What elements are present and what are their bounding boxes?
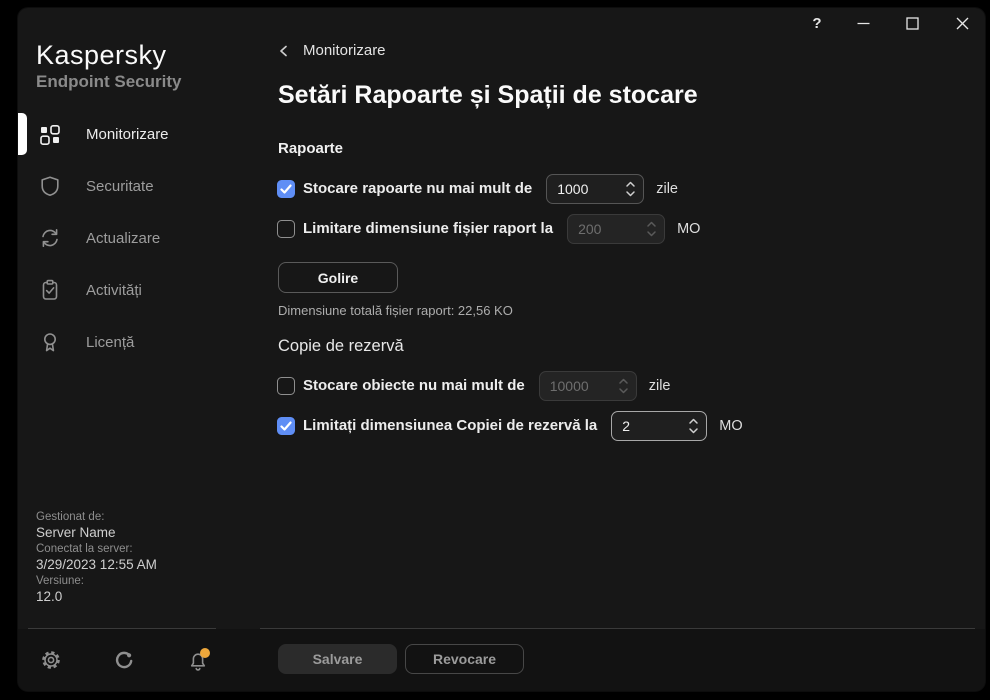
version-label: Versiune:: [36, 575, 84, 587]
footer-divider-sidebar: [28, 628, 216, 629]
spinner-arrows-icon[interactable]: [688, 416, 706, 436]
brand-product: Endpoint Security: [36, 72, 182, 91]
footer-divider-main: [260, 628, 975, 629]
spinner-arrows-icon[interactable]: [646, 219, 664, 239]
page-title: Setări Rapoarte și Spații de stocare: [278, 81, 698, 109]
spinner-store-reports-days[interactable]: [546, 173, 645, 204]
connected-label: Conectat la server:: [36, 543, 133, 555]
maximize-button[interactable]: [899, 10, 925, 36]
setting-label: Limitare dimensiune fișier raport la: [303, 220, 554, 237]
setting-label: Limitați dimensiunea Copiei de rezervă l…: [303, 417, 598, 434]
connected-value: 3/29/2023 12:55 AM: [36, 557, 157, 572]
spinner-arrows-icon[interactable]: [618, 376, 636, 396]
sidebar-item-securitate[interactable]: Securitate: [18, 160, 260, 212]
unit-label: zile: [656, 180, 678, 197]
unit-label: MO: [677, 220, 701, 237]
unit-label: MO: [719, 417, 743, 434]
support-icon: [115, 651, 133, 669]
notification-badge: [200, 648, 210, 658]
minimize-button[interactable]: [850, 10, 876, 36]
checkbox-store-reports[interactable]: [277, 179, 295, 198]
checkbox-store-objects[interactable]: [277, 376, 295, 395]
spinner-input[interactable]: [568, 220, 647, 237]
server-info: Gestionat de: Server Name Conectat la se…: [36, 510, 157, 606]
spinner-input[interactable]: [539, 377, 618, 394]
settings-gear-button[interactable]: [40, 649, 62, 671]
sidebar-item-activitati[interactable]: Activități: [18, 264, 260, 316]
setting-row-store-objects: Stocare obiecte nu mai mult de zile: [277, 370, 670, 401]
sidebar-item-label: Licență: [86, 333, 135, 351]
cancel-button[interactable]: Revocare: [405, 644, 524, 674]
sidebar-item-label: Monitorizare: [86, 125, 169, 143]
minimize-icon: [857, 22, 869, 24]
setting-row-store-reports: Stocare rapoarte nu mai mult de zile: [277, 173, 678, 204]
sidebar-item-monitorizare[interactable]: Monitorizare: [18, 108, 260, 160]
spinner-input[interactable]: [612, 417, 689, 434]
report-size-note: Dimensiune totală fișier raport: 22,56 K…: [278, 303, 513, 318]
breadcrumb-label: Monitorizare: [303, 42, 386, 59]
brand-name: Kaspersky: [36, 40, 167, 70]
sidebar-item-label: Activități: [86, 281, 142, 299]
close-icon: [956, 17, 968, 29]
clipboard-check-icon: [39, 279, 61, 301]
setting-row-limit-backup-size: Limitați dimensiunea Copiei de rezervă l…: [277, 410, 743, 441]
sidebar-item-actualizare[interactable]: Actualizare: [18, 212, 260, 264]
app-window: ? Kaspersky Endpoint Security Monitoriza…: [18, 8, 985, 691]
chevron-left-icon: [277, 44, 291, 58]
refresh-icon: [39, 227, 61, 249]
gear-icon: [42, 651, 60, 669]
spinner-input[interactable]: [547, 180, 626, 197]
spinner-backup-size-mb[interactable]: [611, 410, 708, 441]
help-button[interactable]: ?: [804, 10, 830, 36]
sidebar-item-licenta[interactable]: Licență: [18, 316, 260, 368]
version-value: 12.0: [36, 589, 63, 604]
license-ribbon-icon: [39, 331, 61, 353]
clear-reports-button[interactable]: Golire: [278, 262, 398, 293]
checkbox-limit-backup-size[interactable]: [277, 416, 295, 435]
sidebar-item-label: Securitate: [86, 177, 154, 195]
setting-label: Stocare rapoarte nu mai mult de: [303, 180, 533, 197]
check-icon: [280, 183, 292, 194]
save-button[interactable]: Salvare: [278, 644, 397, 674]
section-heading-reports: Rapoarte: [278, 140, 344, 157]
checkbox-limit-report-size[interactable]: [277, 219, 295, 238]
managed-by-label: Gestionat de:: [36, 511, 105, 523]
spinner-report-size-mb[interactable]: [567, 213, 666, 244]
check-icon: [280, 420, 292, 431]
dashboard-icon: [39, 123, 61, 145]
support-button[interactable]: [113, 650, 135, 672]
unit-label: zile: [648, 377, 671, 394]
sidebar-nav: Monitorizare Securitate Actualizare Acti…: [18, 108, 260, 368]
section-heading-backup: Copie de rezervă: [278, 337, 404, 355]
maximize-icon: [905, 16, 919, 30]
managed-by-value: Server Name: [36, 525, 116, 540]
spinner-arrows-icon[interactable]: [625, 179, 643, 199]
sidebar-item-label: Actualizare: [86, 229, 161, 247]
setting-row-limit-report-size: Limitare dimensiune fișier raport la MO: [277, 213, 700, 244]
spinner-store-objects-days[interactable]: [538, 370, 637, 401]
setting-label: Stocare obiecte nu mai mult de: [303, 377, 525, 394]
breadcrumb-back[interactable]: Monitorizare: [277, 42, 386, 59]
shield-icon: [39, 175, 61, 197]
close-button[interactable]: [949, 10, 975, 36]
brand-logo: Kaspersky Endpoint Security: [36, 40, 181, 92]
